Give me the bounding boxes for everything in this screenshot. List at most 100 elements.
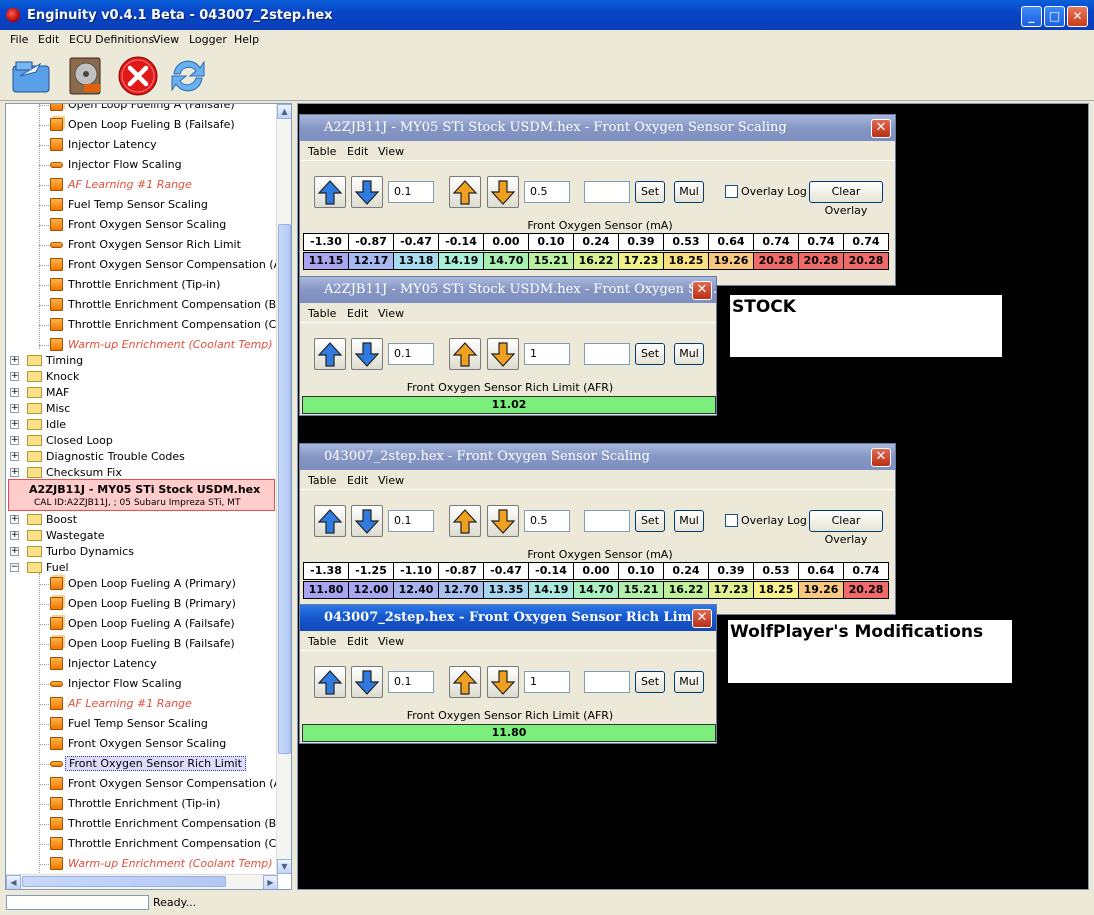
menu-edit[interactable]: Edit (347, 145, 368, 158)
tree-table-item[interactable]: Throttle Enrichment (Tip-in) (6, 276, 278, 294)
hscroll-thumb[interactable] (22, 876, 226, 887)
axis-cell[interactable]: 0.53 (753, 562, 799, 580)
set-value-field[interactable] (584, 510, 630, 532)
mul-button[interactable]: Mul (674, 510, 704, 532)
clear-overlay-button[interactable]: Clear Overlay (809, 510, 883, 546)
menu-ecu-definitions[interactable]: ECU Definitions (69, 33, 154, 46)
expand-icon[interactable]: + (10, 468, 19, 477)
increment-coarse-icon[interactable] (449, 505, 481, 537)
expand-icon[interactable]: + (10, 531, 19, 540)
axis-cell[interactable]: -0.47 (393, 233, 439, 251)
menu-view[interactable]: View (153, 33, 179, 46)
value-cell[interactable]: 20.28 (843, 252, 889, 270)
save-icon[interactable] (64, 54, 108, 98)
mul-button[interactable]: Mul (674, 671, 704, 693)
tree-table-item[interactable]: Open Loop Fueling B (Primary) (6, 595, 278, 613)
axis-cell[interactable]: -1.10 (393, 562, 439, 580)
axis-cell[interactable]: 0.39 (618, 233, 664, 251)
close-icon[interactable]: ✕ (692, 609, 712, 628)
value-cell[interactable]: 16.22 (663, 581, 709, 599)
axis-cell[interactable]: 0.53 (663, 233, 709, 251)
collapse-icon[interactable]: − (10, 563, 19, 572)
axis-cell[interactable]: 0.10 (528, 233, 574, 251)
axis-cell[interactable]: -0.14 (438, 233, 484, 251)
increment-coarse-icon[interactable] (449, 176, 481, 208)
definition-tree[interactable]: A2ZJB11J - MY05 STi Stock USDM.hex CAL I… (5, 103, 292, 890)
increment-coarse-icon[interactable] (449, 666, 481, 698)
scroll-down-icon[interactable]: ▼ (277, 859, 291, 874)
minimize-button[interactable]: _ (1021, 6, 1042, 27)
tree-table-item[interactable]: Throttle Enrichment (Tip-in) (6, 795, 278, 813)
decrement-coarse-icon[interactable] (487, 666, 519, 698)
decrement-fine-icon[interactable] (351, 176, 383, 208)
tree-table-item[interactable]: Throttle Enrichment Compensation (Boost … (6, 815, 278, 833)
axis-cell[interactable]: 0.24 (663, 562, 709, 580)
scroll-right-icon[interactable]: ▶ (263, 875, 278, 889)
tree-table-item[interactable]: Throttle Enrichment Compensation (Boost … (6, 296, 278, 314)
expand-icon[interactable]: + (10, 515, 19, 524)
menu-table[interactable]: Table (308, 145, 336, 158)
tree-table-item[interactable]: Open Loop Fueling A (Primary) (6, 575, 278, 593)
tree-table-item[interactable]: Front Oxygen Sensor Compensation (Atmo (6, 256, 278, 274)
increment-coarse-icon[interactable] (449, 338, 481, 370)
scroll-up-icon[interactable]: ▲ (277, 104, 291, 119)
value-cell[interactable]: 18.25 (663, 252, 709, 270)
value-cell[interactable]: 15.21 (618, 581, 664, 599)
decrement-fine-icon[interactable] (351, 505, 383, 537)
close-icon[interactable]: ✕ (692, 281, 712, 300)
menu-help[interactable]: Help (234, 33, 259, 46)
rom-node[interactable]: A2ZJB11J - MY05 STi Stock USDM.hex CAL I… (8, 479, 275, 511)
table-window-title[interactable]: A2ZJB11J - MY05 STi Stock USDM.hex - Fro… (300, 277, 716, 303)
increment-fine-icon[interactable] (314, 338, 346, 370)
axis-cell[interactable]: 0.24 (573, 233, 619, 251)
value-cell[interactable]: 19.26 (708, 252, 754, 270)
tree-table-item[interactable]: Throttle Enrichment Compensation (Coolan… (6, 835, 278, 853)
coarse-increment-field[interactable]: 1 (524, 343, 570, 365)
axis-cell[interactable]: 0.10 (618, 562, 664, 580)
maximize-button[interactable]: □ (1044, 6, 1065, 27)
set-button[interactable]: Set (635, 510, 665, 532)
expand-icon[interactable]: + (10, 452, 19, 461)
set-value-field[interactable] (584, 181, 630, 203)
decrement-coarse-icon[interactable] (487, 505, 519, 537)
value-cell[interactable]: 20.28 (798, 252, 844, 270)
tree-table-item[interactable]: Open Loop Fueling A (Failsafe) (6, 104, 278, 114)
value-cell[interactable]: 12.00 (348, 581, 394, 599)
tree-table-item[interactable]: Fuel Temp Sensor Scaling (6, 715, 278, 733)
set-button[interactable]: Set (635, 671, 665, 693)
expand-icon[interactable]: + (10, 404, 19, 413)
tree-table-item[interactable]: AF Learning #1 Range (6, 695, 278, 713)
value-cell[interactable]: 19.26 (798, 581, 844, 599)
value-cell[interactable]: 14.70 (573, 581, 619, 599)
menu-view[interactable]: View (378, 307, 404, 320)
expand-icon[interactable]: + (10, 547, 19, 556)
value-cell[interactable]: 16.22 (573, 252, 619, 270)
menu-view[interactable]: View (378, 145, 404, 158)
value-cell[interactable]: 12.70 (438, 581, 484, 599)
decrement-coarse-icon[interactable] (487, 338, 519, 370)
axis-cell[interactable]: -0.47 (483, 562, 529, 580)
mul-button[interactable]: Mul (674, 343, 704, 365)
close-icon[interactable]: ✕ (871, 448, 891, 467)
tree-table-item[interactable]: Injector Latency (6, 136, 278, 154)
value-cell[interactable]: 14.19 (528, 581, 574, 599)
value-cell[interactable]: 12.40 (393, 581, 439, 599)
expand-icon[interactable]: + (10, 420, 19, 429)
tree-table-item[interactable]: Warm-up Enrichment (Coolant Temp) (6, 855, 278, 873)
value-cell[interactable]: 18.25 (753, 581, 799, 599)
axis-cell[interactable]: -1.38 (303, 562, 349, 580)
increment-fine-icon[interactable] (314, 176, 346, 208)
rich-limit-cell[interactable]: 11.80 (302, 724, 716, 742)
axis-cell[interactable]: -0.14 (528, 562, 574, 580)
tree-table-item[interactable]: AF Learning #1 Range (6, 176, 278, 194)
value-cell[interactable]: 20.28 (843, 581, 889, 599)
table-window-title[interactable]: 043007_2step.hex - Front Oxygen Sensor R… (300, 605, 716, 631)
value-cell[interactable]: 17.23 (708, 581, 754, 599)
rich-limit-cell[interactable]: 11.02 (302, 396, 716, 414)
fine-increment-field[interactable]: 0.1 (388, 343, 434, 365)
menu-edit[interactable]: Edit (38, 33, 59, 46)
menu-view[interactable]: View (378, 635, 404, 648)
axis-cell[interactable]: -0.87 (348, 233, 394, 251)
tree-table-item[interactable]: Front Oxygen Sensor Compensation (Atmo (6, 775, 278, 793)
decrement-fine-icon[interactable] (351, 666, 383, 698)
